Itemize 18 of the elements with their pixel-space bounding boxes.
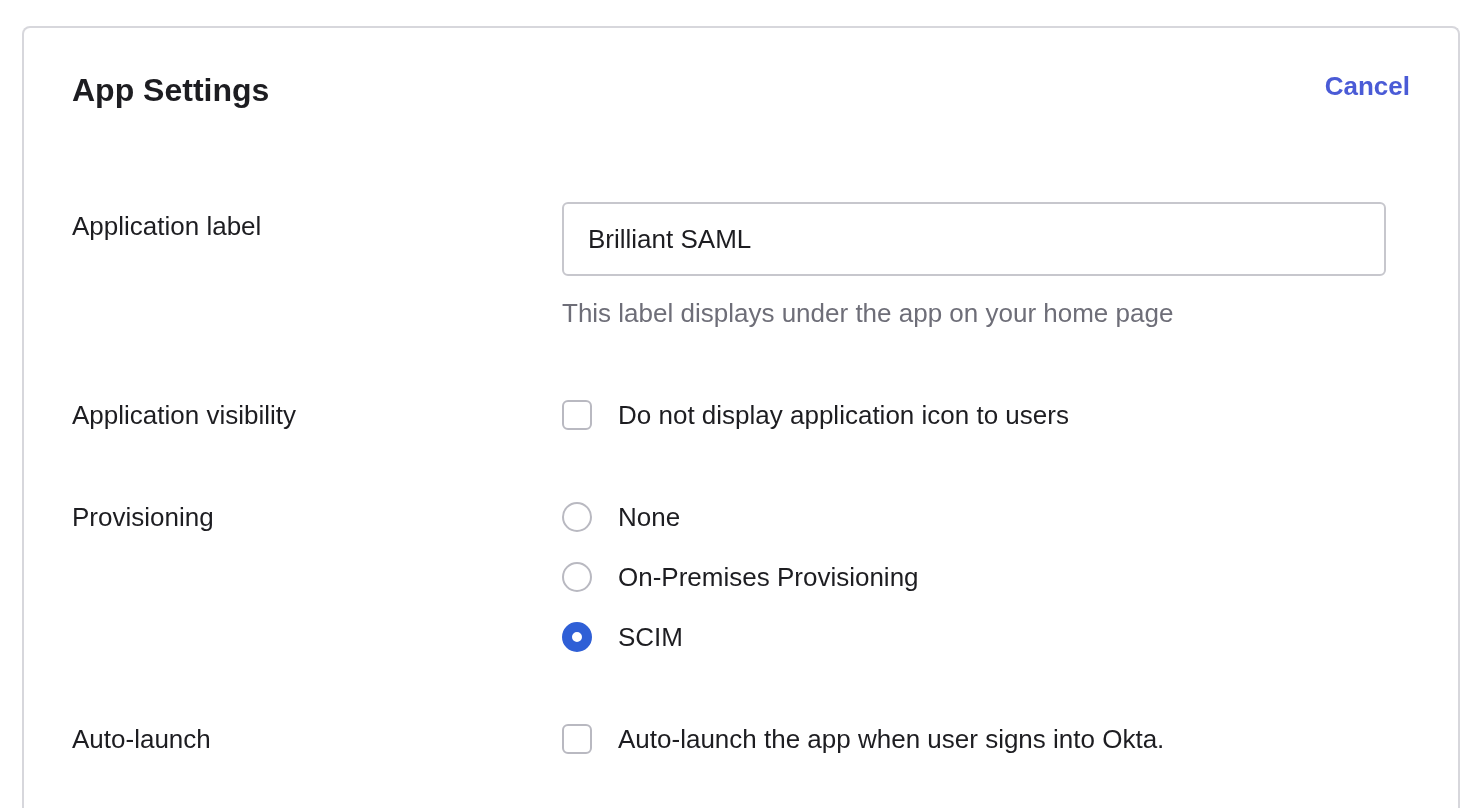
panel-title: App Settings <box>72 71 270 110</box>
checkbox-label: Do not display application icon to users <box>618 400 1069 430</box>
radio-button[interactable] <box>562 502 592 532</box>
radio-label: SCIM <box>618 622 683 652</box>
cancel-link[interactable]: Cancel <box>1324 72 1410 100</box>
field-label: Auto-launch <box>72 724 212 754</box>
radio-label: On-Premises Provisioning <box>618 562 919 592</box>
radio-button[interactable] <box>562 562 592 592</box>
radio-label: None <box>618 502 681 532</box>
field-hint: This label displays under the app on your home page <box>562 298 1175 328</box>
text-field[interactable]: Brilliant SAML <box>562 202 1386 276</box>
field-label: Application label <box>72 210 263 243</box>
field-label: Application visibility <box>72 400 297 430</box>
field-label: Provisioning <box>72 502 215 534</box>
radio-button[interactable] <box>562 622 592 652</box>
checkbox[interactable] <box>562 724 592 754</box>
checkbox[interactable] <box>562 400 592 430</box>
checkbox-label: Auto-launch the app when user signs into Okta. <box>618 724 1165 754</box>
